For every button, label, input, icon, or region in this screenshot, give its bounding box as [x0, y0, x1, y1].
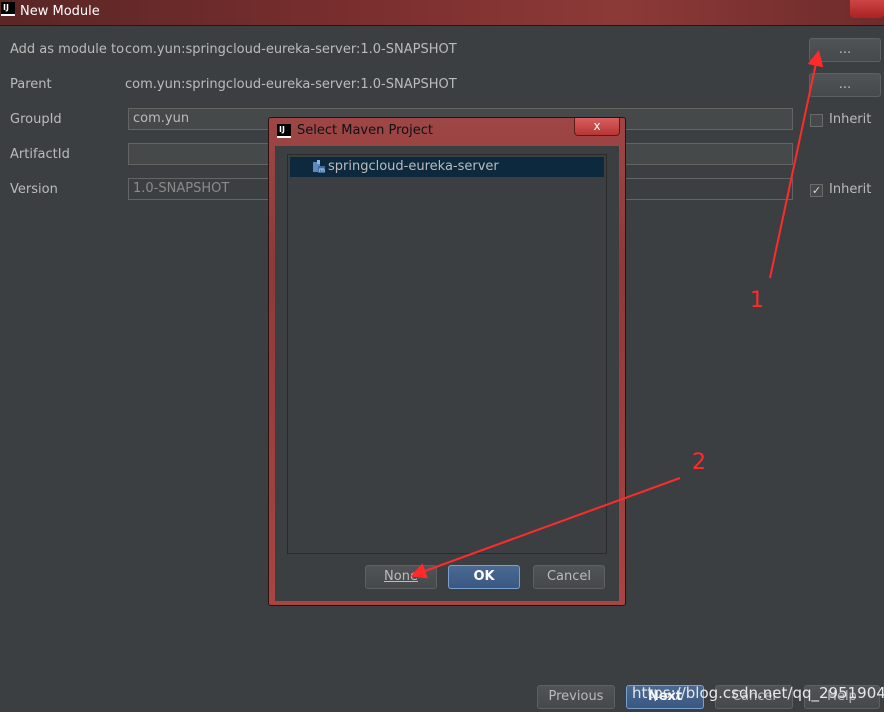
- annotation-arrow-1: [769, 50, 824, 279]
- annotation-arrow-2: [410, 477, 681, 579]
- annotation-marker-1: 1: [750, 288, 764, 313]
- annotation-marker-2: 2: [692, 450, 706, 475]
- watermark-url: https://blog.csdn.net/qq_29519041: [632, 684, 884, 702]
- annotation-arrows: [410, 50, 824, 579]
